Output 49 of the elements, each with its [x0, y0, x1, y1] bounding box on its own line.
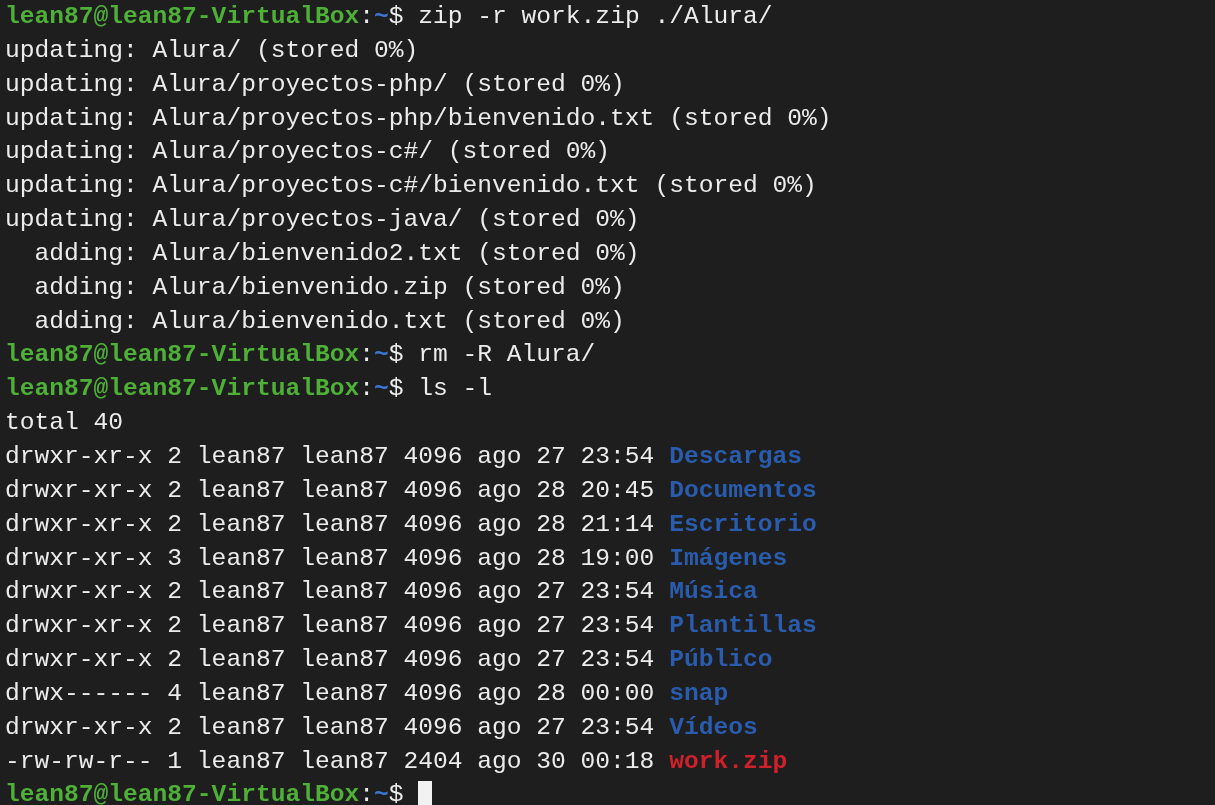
file-details: drwx------ 4 lean87 lean87 4096 ago 28 00:00	[5, 678, 655, 709]
prompt-user-host: lean87@lean87-VirtualBox	[5, 374, 360, 405]
prompt-path: ~	[374, 2, 389, 32]
prompt-symbol: $	[388, 340, 404, 371]
file-details: drwxr-xr-x 2 lean87 lean87 4096 ago 28 20:45	[5, 475, 655, 506]
output-line: updating: Alura/proyectos-php/ (stored 0%)	[5, 69, 625, 100]
file-name: Plantillas	[669, 611, 817, 642]
prompt-user-host: lean87@lean87-VirtualBox	[5, 780, 360, 805]
file-details: drwxr-xr-x 2 lean87 lean87 4096 ago 27 23:54	[5, 712, 655, 743]
output-line: adding: Alura/bienvenido.txt (stored 0%)	[33, 306, 625, 337]
file-name: snap	[669, 678, 729, 709]
file-name: Vídeos	[669, 712, 758, 743]
prompt-separator: :	[359, 340, 374, 371]
prompt-symbol: $	[388, 780, 404, 805]
output-line: updating: Alura/proyectos-c#/ (stored 0%)	[5, 137, 611, 168]
file-details: -rw-rw-r-- 1 lean87 lean87 2404 ago 30 00:18	[5, 746, 655, 777]
file-details: drwxr-xr-x 2 lean87 lean87 4096 ago 27 23:54	[5, 645, 655, 676]
output-line: updating: Alura/proyectos-php/bienvenido.txt (stored 0%)	[5, 103, 832, 134]
command-text: ls -l	[418, 374, 493, 405]
prompt-path: ~	[374, 374, 389, 405]
output-line: adding: Alura/bienvenido.zip (stored 0%)	[33, 272, 625, 303]
command-text: zip -r work.zip ./Alura/	[418, 2, 773, 32]
prompt-separator: :	[359, 780, 374, 805]
file-name: work.zip	[669, 746, 788, 777]
prompt-separator: :	[359, 374, 374, 405]
prompt-separator: :	[359, 2, 374, 32]
file-name: Imágenes	[669, 543, 788, 574]
prompt-user-host: lean87@lean87-VirtualBox	[5, 340, 360, 371]
file-details: drwxr-xr-x 2 lean87 lean87 4096 ago 27 23:54	[5, 577, 655, 608]
prompt-symbol: $	[388, 374, 404, 405]
prompt-symbol: $	[388, 2, 404, 32]
file-details: drwxr-xr-x 3 lean87 lean87 4096 ago 28 19:00	[5, 543, 655, 574]
file-details: drwxr-xr-x 2 lean87 lean87 4096 ago 28 21:14	[5, 509, 655, 540]
file-name: Descargas	[669, 441, 802, 472]
output-line: updating: Alura/proyectos-java/ (stored 0%)	[5, 205, 640, 236]
command-text: rm -R Alura/	[418, 340, 596, 371]
file-name: Música	[669, 577, 758, 608]
file-details: drwxr-xr-x 2 lean87 lean87 4096 ago 27 23:54	[5, 441, 655, 472]
output-line: updating: Alura/proyectos-c#/bienvenido.txt (stored 0%)	[5, 171, 817, 202]
file-name: Documentos	[669, 475, 817, 506]
file-name: Público	[669, 645, 773, 676]
file-details: drwxr-xr-x 2 lean87 lean87 4096 ago 27 23:54	[5, 611, 655, 642]
output-line: total 40	[5, 408, 124, 439]
file-name: Escritorio	[669, 509, 817, 540]
prompt-path: ~	[374, 340, 389, 371]
prompt-user-host: lean87@lean87-VirtualBox	[5, 2, 360, 32]
prompt-path: ~	[374, 780, 389, 805]
output-line: updating: Alura/ (stored 0%)	[5, 35, 419, 66]
output-line: adding: Alura/bienvenido2.txt (stored 0%)	[33, 238, 640, 269]
